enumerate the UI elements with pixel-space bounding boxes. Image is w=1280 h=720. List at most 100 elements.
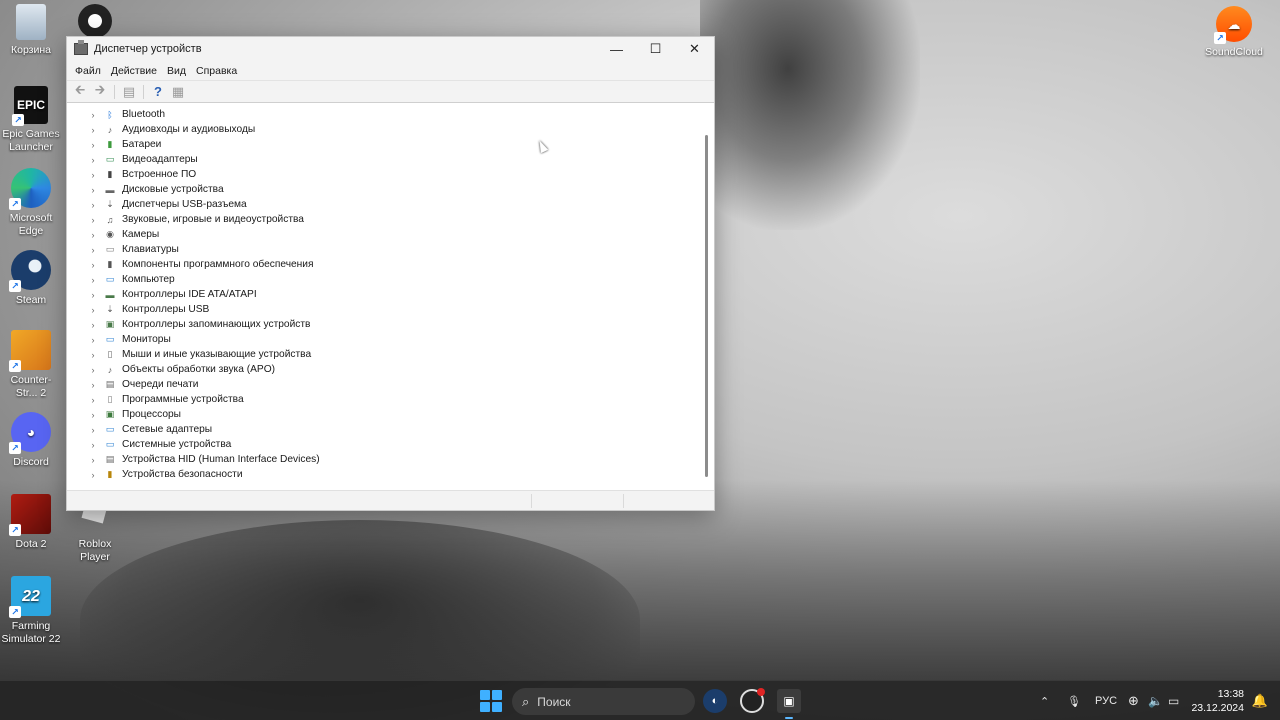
desktop-icon-label: Microsoft Edge: [9, 212, 53, 237]
desktop-icon-farming-simulator[interactable]: 22 ↗ Farming Simulator 22: [0, 576, 62, 646]
expand-chevron-icon[interactable]: ›: [87, 140, 99, 150]
tree-node[interactable]: › ▭ Компьютер: [67, 272, 701, 287]
menu-view[interactable]: Вид: [162, 65, 191, 77]
network-icon[interactable]: ⊕: [1128, 681, 1139, 720]
desktop-icon-steam[interactable]: ↗ Steam: [0, 250, 62, 307]
notification-bell-icon[interactable]: 🔔: [1252, 693, 1268, 709]
menu-action[interactable]: Действие: [106, 65, 162, 77]
properties-icon[interactable]: ▤: [119, 83, 139, 101]
maximize-button[interactable]: ☐: [636, 37, 675, 61]
tree-node[interactable]: › ▭ Мониторы: [67, 332, 701, 347]
expand-chevron-icon[interactable]: ›: [87, 260, 99, 270]
tree-node[interactable]: › ▬ Контроллеры IDE ATA/ATAPI: [67, 287, 701, 302]
tree-node[interactable]: › ▭ Сетевые адаптеры: [67, 422, 701, 437]
tree-node[interactable]: › ▮ Компоненты программного обеспечения: [67, 257, 701, 272]
scrollbar-thumb[interactable]: [705, 135, 708, 477]
expand-chevron-icon[interactable]: ›: [87, 410, 99, 420]
tray-overflow-chevron-icon[interactable]: ⌃: [1040, 681, 1049, 720]
desktop-icon-epic-games[interactable]: EPIC ↗ Epic Games Launcher: [0, 86, 62, 154]
expand-chevron-icon[interactable]: ›: [87, 380, 99, 390]
expand-chevron-icon[interactable]: ›: [87, 185, 99, 195]
expand-chevron-icon[interactable]: ›: [87, 215, 99, 225]
dota-icon: ↗: [9, 494, 51, 536]
desktop-icon-counter-strike[interactable]: ↗ Counter-Str... 2: [0, 330, 62, 400]
expand-chevron-icon[interactable]: ›: [87, 320, 99, 330]
tree-node[interactable]: › ▭ Клавиатуры: [67, 242, 701, 257]
tree-node[interactable]: › ▭ Видеоадаптеры: [67, 152, 701, 167]
tree-node[interactable]: › ▣ Контроллеры запоминающих устройств: [67, 317, 701, 332]
expand-chevron-icon[interactable]: ›: [87, 335, 99, 345]
clock[interactable]: 13:38 23.12.2024: [1191, 687, 1244, 715]
menu-file[interactable]: Файл: [70, 65, 106, 77]
expand-chevron-icon[interactable]: ›: [87, 200, 99, 210]
desktop-icon-recycle-bin[interactable]: Корзина: [0, 4, 62, 57]
tree-node[interactable]: › ▯ Программные устройства: [67, 392, 701, 407]
notification-dot: [757, 688, 765, 696]
expand-chevron-icon[interactable]: ›: [87, 290, 99, 300]
close-button[interactable]: ✕: [675, 37, 714, 61]
expand-chevron-icon[interactable]: ›: [87, 230, 99, 240]
tree-node[interactable]: › ♪ Объекты обработки звука (APO): [67, 362, 701, 377]
view-icon[interactable]: ▦: [168, 83, 188, 101]
expand-chevron-icon[interactable]: ›: [87, 305, 99, 315]
tree-node[interactable]: › ♫ Звуковые, игровые и видеоустройства: [67, 212, 701, 227]
tree-node[interactable]: › ᛒ Bluetooth: [67, 107, 701, 122]
taskbar-device-manager-icon[interactable]: ▣: [777, 689, 801, 719]
firmware-icon: ▮: [107, 169, 113, 179]
desktop-icon-dota[interactable]: ↗ Dota 2: [0, 494, 62, 551]
toolbar-separator: [143, 84, 144, 99]
taskbar-steam-icon[interactable]: ◐: [703, 689, 727, 713]
tree-node-label: Клавиатуры: [122, 244, 179, 255]
taskbar-search-box[interactable]: ⌕ Поиск: [512, 688, 695, 715]
expand-chevron-icon[interactable]: ›: [87, 470, 99, 480]
expand-chevron-icon[interactable]: ›: [87, 365, 99, 375]
expand-chevron-icon[interactable]: ›: [87, 350, 99, 360]
expand-chevron-icon[interactable]: ›: [87, 275, 99, 285]
expand-chevron-icon[interactable]: ›: [87, 395, 99, 405]
tree-node[interactable]: › ▬ Дисковые устройства: [67, 182, 701, 197]
tree-node[interactable]: › ▮ Устройства безопасности: [67, 467, 701, 482]
tree-node[interactable]: › ▮ Встроенное ПО: [67, 167, 701, 182]
expand-chevron-icon[interactable]: ›: [87, 110, 99, 120]
desktop-icon-soundcloud[interactable]: ☁ ↗ SoundCloud: [1203, 6, 1265, 59]
tree-node-label: Bluetooth: [122, 109, 166, 120]
desktop-icon-discord[interactable]: ◕ ↗ Discord: [0, 412, 62, 469]
expand-chevron-icon[interactable]: ›: [87, 155, 99, 165]
tree-node[interactable]: › ⇣ Контроллеры USB: [67, 302, 701, 317]
expand-chevron-icon[interactable]: ›: [87, 245, 99, 255]
tree-node[interactable]: › ♪ Аудиовходы и аудиовыходы: [67, 122, 701, 137]
expand-chevron-icon[interactable]: ›: [87, 170, 99, 180]
expand-chevron-icon[interactable]: ›: [87, 455, 99, 465]
expand-chevron-icon[interactable]: ›: [87, 425, 99, 435]
device-manager-icon: [74, 40, 88, 55]
hid-icon: ▤: [105, 454, 115, 464]
expand-chevron-icon[interactable]: ›: [87, 125, 99, 135]
tree-node[interactable]: › ▣ Процессоры: [67, 407, 701, 422]
back-arrow-icon[interactable]: 🡰: [70, 82, 90, 101]
title-bar[interactable]: Диспетчер устройств — ☐ ✕: [67, 37, 714, 61]
taskbar-obs-icon[interactable]: [740, 688, 765, 713]
forward-arrow-icon[interactable]: 🡲: [90, 82, 110, 101]
expand-chevron-icon[interactable]: ›: [87, 440, 99, 450]
tree-node[interactable]: › ▮ Батареи: [67, 137, 701, 152]
desktop-icon-edge[interactable]: ↗ Microsoft Edge: [0, 168, 62, 238]
tree-node-label: Компьютер: [122, 274, 175, 285]
tree-node[interactable]: › ▤ Устройства HID (Human Interface Device…: [67, 452, 701, 467]
help-icon[interactable]: ?: [148, 83, 168, 101]
language-indicator[interactable]: РУС: [1095, 681, 1117, 720]
battery-icon[interactable]: ▭: [1168, 681, 1179, 720]
volume-icon[interactable]: 🔈: [1148, 681, 1163, 720]
tree-node[interactable]: › ▭ Системные устройства: [67, 437, 701, 452]
tree-node[interactable]: › ◉ Камеры: [67, 227, 701, 242]
windows-start-icon[interactable]: [480, 690, 502, 712]
microphone-icon[interactable]: 🎙: [1067, 681, 1081, 720]
tree-node[interactable]: › ⇣ Диспетчеры USB-разъема: [67, 197, 701, 212]
software-component-icon: ▮: [107, 259, 113, 269]
vertical-scrollbar[interactable]: [700, 107, 714, 491]
tree-node[interactable]: › ▤ Очереди печати: [67, 377, 701, 392]
tree-node[interactable]: › ▯ Мыши и иные указывающие устройства: [67, 347, 701, 362]
minimize-button[interactable]: —: [597, 37, 636, 61]
soundcloud-icon: ☁ ↗: [1214, 6, 1252, 44]
menu-help[interactable]: Справка: [191, 65, 242, 77]
desktop-icon-label: Discord: [13, 456, 49, 468]
